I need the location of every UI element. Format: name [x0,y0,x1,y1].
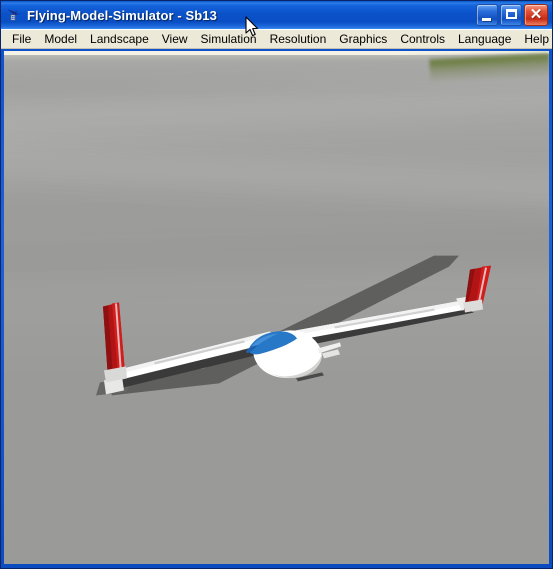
window-controls: ✕ [476,4,548,26]
application-window: Flying-Model-Simulator - Sb13 ✕ File Mod… [0,0,553,569]
menu-item-file[interactable]: File [6,30,38,48]
menu-item-language[interactable]: Language [452,30,518,48]
menu-item-model[interactable]: Model [38,30,84,48]
menu-item-view[interactable]: View [156,30,195,48]
window-title: Flying-Model-Simulator - Sb13 [27,7,217,23]
simulation-viewport[interactable] [4,51,549,564]
menu-item-resolution[interactable]: Resolution [264,30,334,48]
menu-bar: File Model Landscape View Simulation Res… [1,29,552,49]
title-bar[interactable]: Flying-Model-Simulator - Sb13 ✕ [1,1,552,29]
minimize-icon [482,18,491,21]
menu-item-graphics[interactable]: Graphics [333,30,394,48]
menu-item-simulation[interactable]: Simulation [195,30,264,48]
viewport-frame [1,49,552,568]
maximize-button[interactable] [500,4,522,26]
minimize-button[interactable] [476,4,498,26]
menu-item-landscape[interactable]: Landscape [84,30,156,48]
close-icon: ✕ [529,6,543,23]
menu-item-help[interactable]: Help [518,30,553,48]
maximize-icon [506,9,517,19]
close-button[interactable]: ✕ [524,4,548,26]
menu-item-controls[interactable]: Controls [394,30,452,48]
right-winglet [463,265,491,313]
left-winglet [103,302,127,383]
glider-plane-icon [5,6,23,24]
glider-aircraft[interactable] [4,51,549,564]
